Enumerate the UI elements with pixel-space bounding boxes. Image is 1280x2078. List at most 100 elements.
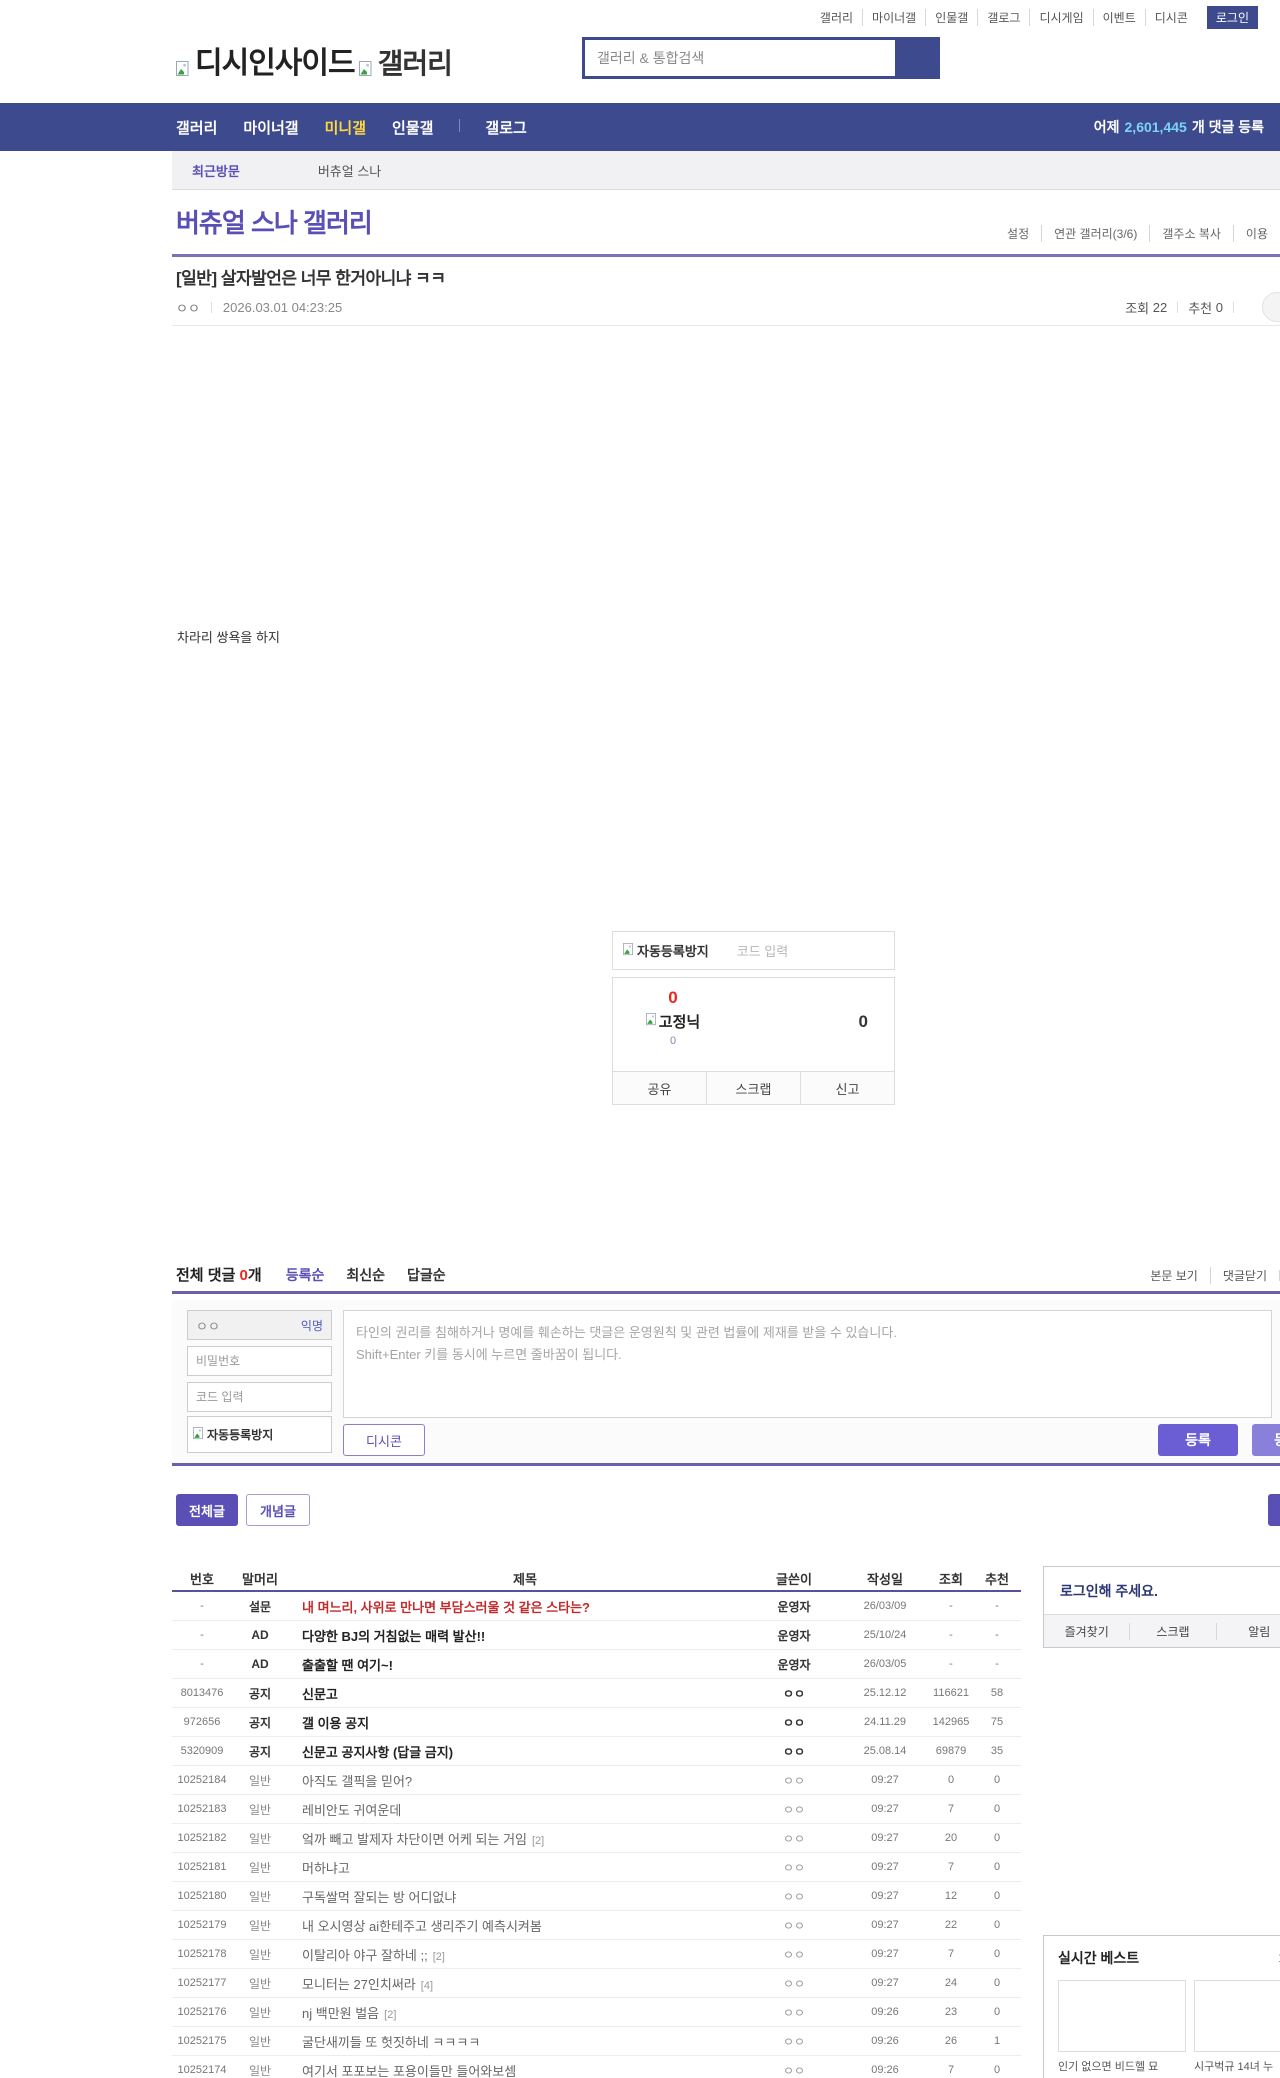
top-utility-link[interactable]: 갤러리 xyxy=(811,9,862,26)
gallery-link[interactable]: 갤주소 복사 xyxy=(1149,225,1233,242)
recent-visit-label[interactable]: 최근방문 xyxy=(192,161,240,180)
post-title-link[interactable]: 신문고 공지사항 (답글 금지) xyxy=(288,1742,762,1761)
post-author[interactable]: ㅇㅇ xyxy=(762,1772,826,1789)
post-title-link[interactable]: 레비안도 귀여운데 xyxy=(288,1800,762,1819)
post-title-link[interactable]: 머하냐고 xyxy=(288,1858,762,1877)
top-utility-link[interactable]: 이벤트 xyxy=(1092,9,1145,26)
top-utility-link[interactable]: 갤로그 xyxy=(977,9,1029,26)
vote-up-area[interactable]: 0 고정닉 0 xyxy=(627,988,719,1047)
post-title-link[interactable]: 여기서 포포보는 포용이들만 들어와보셈 xyxy=(288,2061,762,2078)
post-author[interactable]: ㅇㅇ xyxy=(762,1859,826,1876)
post-author[interactable]: ㅇㅇ xyxy=(762,1743,826,1760)
post-author[interactable]: 운영자 xyxy=(762,1598,826,1615)
post-author[interactable]: ㅇㅇ xyxy=(762,1830,826,1847)
post-recommends: 0 xyxy=(993,1774,1001,1786)
post-author[interactable]: ㅇㅇ xyxy=(762,1917,826,1934)
post-author[interactable]: ㅇㅇ xyxy=(762,1888,826,1905)
post-title-link[interactable]: 굴단새끼들 또 헛짓하네 ㅋㅋㅋㅋ xyxy=(288,2032,762,2051)
comment-sort-tabs: 등록순 최신순 답글순 xyxy=(286,1265,446,1285)
sidebar-tab[interactable]: 알림 xyxy=(1215,1622,1280,1640)
login-button[interactable]: 로그인 xyxy=(1206,6,1258,29)
post-title-link[interactable]: 구독쌀먹 잘되는 방 어디없냐 xyxy=(288,1887,762,1906)
post-action-button[interactable]: 스크랩 xyxy=(706,1072,800,1104)
top-utility-link[interactable]: 인물갤 xyxy=(925,9,977,26)
sidebar-tab[interactable]: 스크랩 xyxy=(1129,1622,1215,1640)
dccon-button[interactable]: 디시콘 xyxy=(343,1424,425,1456)
nav-item[interactable]: 마이너갤 xyxy=(243,117,298,138)
col-date: 작성일 xyxy=(867,1571,903,1587)
post-author[interactable]: ㅇㅇ xyxy=(762,2004,826,2021)
comments-header-link[interactable]: 본문 보기 xyxy=(1138,1267,1210,1284)
post-author[interactable]: ㅇㅇ xyxy=(762,1801,826,1818)
post-action-button[interactable]: 공유 xyxy=(613,1072,706,1104)
post-title-link[interactable]: 출출할 땐 여기~! xyxy=(288,1655,762,1674)
post-author[interactable]: ㅇㅇ xyxy=(176,298,200,317)
comment-textarea[interactable]: 타인의 권리를 침해하거나 명예를 훼손하는 댓글은 운영원칙 및 관련 법률에… xyxy=(343,1310,1272,1418)
post-author[interactable]: 운영자 xyxy=(762,1656,826,1673)
top-utility-link[interactable]: 디시게임 xyxy=(1029,9,1092,26)
comment-code-field[interactable] xyxy=(187,1382,332,1412)
post-views: - xyxy=(949,1600,953,1612)
gallery-link[interactable]: 설정 xyxy=(995,225,1041,242)
post-author[interactable]: ㅇㅇ xyxy=(762,1946,826,1963)
gallery-link[interactable]: 연관 갤러리(3/6) xyxy=(1041,225,1149,242)
search-button[interactable] xyxy=(895,40,937,76)
post-title-link[interactable]: nj 백만원 벌음 [2] xyxy=(288,2003,762,2022)
post-options-circle-button[interactable] xyxy=(1262,292,1280,322)
post-date: 24.11.29 xyxy=(863,1716,906,1728)
post-body-text: 차라리 쌍욕을 하지 xyxy=(177,630,280,645)
recommend-label: 추천 xyxy=(1188,301,1213,316)
post-action-button[interactable]: 신고 xyxy=(800,1072,894,1104)
recent-gallery-chip[interactable]: 버츄얼 스나 xyxy=(318,161,381,180)
post-title-link[interactable]: 엌까 빼고 발제자 차단이면 어케 되는 거임 [2] xyxy=(288,1829,762,1848)
anonymous-toggle[interactable]: 익명 xyxy=(301,1317,323,1334)
post-author[interactable]: 운영자 xyxy=(762,1627,826,1644)
top-utility-link[interactable]: 마이너갤 xyxy=(862,9,925,26)
post-title-link[interactable]: 내 며느리, 사위로 만나면 부담스러울 것 같은 스타는? xyxy=(288,1597,762,1616)
post-title-link[interactable]: 갤 이용 공지 xyxy=(288,1713,762,1732)
down-vote-count[interactable]: 0 xyxy=(859,1012,868,1032)
best-posts-button[interactable]: 개념글 xyxy=(246,1494,310,1526)
post-title-link[interactable]: 아직도 갤픽을 믿어? xyxy=(288,1771,762,1790)
post-title-link[interactable]: 이탈리아 야구 잘하네 ;; [2] xyxy=(288,1945,762,1964)
post-title-link[interactable]: 신문고 xyxy=(288,1684,762,1703)
post-title-link[interactable]: 다양한 BJ의 거침없는 매력 발산!! xyxy=(288,1626,762,1645)
post-author[interactable]: ㅇㅇ xyxy=(762,2062,826,2078)
site-logo[interactable]: 디시인사이드 갤러리 xyxy=(176,38,453,82)
nav-item[interactable]: 갤로그 xyxy=(459,117,527,138)
nickname-box[interactable]: ㅇㅇ 익명 xyxy=(187,1310,332,1340)
comment-submit-button-secondary[interactable]: 등록 xyxy=(1252,1424,1280,1456)
post-title-link[interactable]: 내 오시영상 ai한테주고 생리주기 예측시켜봄 xyxy=(288,1916,762,1935)
comment-password-field[interactable] xyxy=(187,1346,332,1376)
comment-sort-tab[interactable]: 답글순 xyxy=(407,1265,446,1285)
all-posts-button[interactable]: 전체글 xyxy=(176,1494,238,1526)
nav-item[interactable]: 인물갤 xyxy=(392,117,433,138)
col-author: 글쓴이 xyxy=(776,1571,812,1587)
write-button-clipped[interactable] xyxy=(1268,1494,1280,1526)
top-utility-link[interactable]: 디시콘 xyxy=(1144,9,1197,26)
post-author[interactable]: ㅇㅇ xyxy=(762,2033,826,2050)
best-thumbnail[interactable] xyxy=(1058,1980,1186,2052)
comment-sort-tab[interactable]: 최신순 xyxy=(346,1265,385,1285)
post-title-link[interactable]: 모니터는 27인치써라 [4] xyxy=(288,1974,762,1993)
gallery-title[interactable]: 버츄얼 스나 갤러리 xyxy=(176,203,373,240)
best-caption[interactable]: 시구벅규 14녀 누 xyxy=(1194,2058,1280,2074)
search-input[interactable] xyxy=(585,40,895,76)
post-category: 일반 xyxy=(248,1860,272,1875)
nav-item[interactable]: 미니갤 xyxy=(325,117,366,138)
nav-item[interactable]: 갤러리 xyxy=(176,117,217,138)
post-author[interactable]: ㅇㅇ xyxy=(762,1685,826,1702)
post-list-rows: - 설문 내 며느리, 사위로 만나면 부담스러울 것 같은 스타는? 운영자 … xyxy=(172,1592,1021,2078)
sidebar-tab[interactable]: 즐겨찾기 xyxy=(1044,1623,1129,1640)
post-category: 일반 xyxy=(248,2034,272,2049)
table-row: 10252184 일반 아직도 갤픽을 믿어? ㅇㅇ 09:27 0 0 xyxy=(172,1766,1021,1795)
best-thumbnail[interactable] xyxy=(1194,1980,1280,2052)
comments-header-link[interactable]: 댓글닫기 xyxy=(1209,1267,1279,1284)
comment-sort-tab[interactable]: 등록순 xyxy=(286,1265,325,1285)
vote-captcha-input[interactable]: 코드 입력 xyxy=(737,941,788,960)
gallery-link[interactable]: 이용 xyxy=(1232,225,1280,242)
comment-submit-button[interactable]: 등록 xyxy=(1158,1424,1238,1456)
post-author[interactable]: ㅇㅇ xyxy=(762,1975,826,1992)
best-caption[interactable]: 인기 없으면 비드헬 묘 xyxy=(1058,2058,1186,2074)
post-author[interactable]: ㅇㅇ xyxy=(762,1714,826,1731)
